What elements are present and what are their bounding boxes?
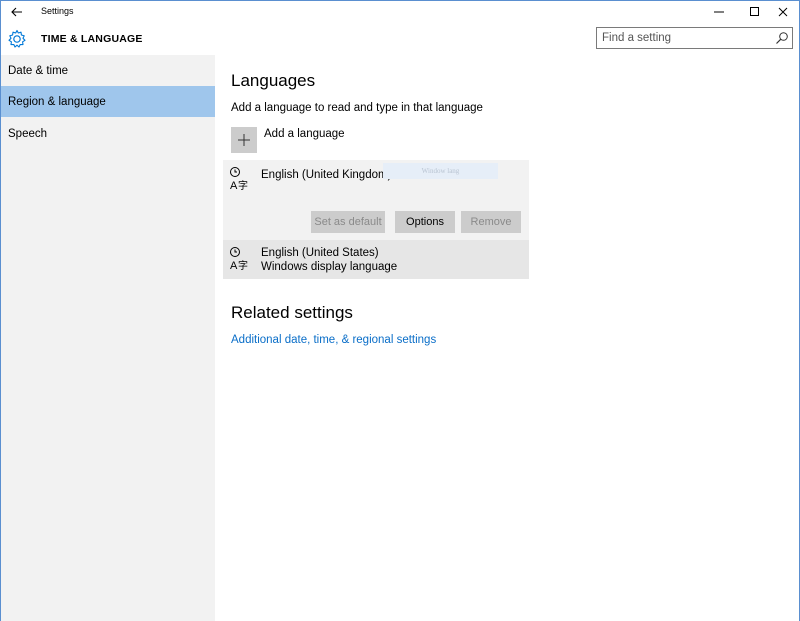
- languages-heading: Languages: [231, 71, 316, 90]
- language-name: English (United Kingdom): [261, 169, 392, 181]
- close-button[interactable]: [765, 1, 800, 23]
- plus-icon: [238, 134, 250, 146]
- remove-button[interactable]: Remove: [461, 211, 521, 233]
- search-box[interactable]: [596, 27, 793, 49]
- sidebar-item-region-language[interactable]: Region & language: [1, 86, 215, 117]
- page-title: TIME & LANGUAGE: [41, 33, 143, 45]
- svg-text:字: 字: [238, 179, 248, 192]
- set-as-default-button[interactable]: Set as default: [311, 211, 385, 233]
- back-arrow-icon: [11, 7, 22, 17]
- sidebar-item-date-time[interactable]: Date & time: [1, 55, 215, 86]
- svg-text:A: A: [230, 260, 238, 272]
- main-content: Languages Add a language to read and typ…: [215, 55, 799, 621]
- language-item-en-gb[interactable]: A 字 English (United Kingdom) Window lang…: [223, 160, 529, 240]
- language-time-icon: A 字: [230, 167, 248, 192]
- title-bar: Settings: [1, 1, 799, 23]
- language-time-icon: A 字: [230, 247, 248, 272]
- search-input[interactable]: [597, 28, 772, 48]
- maximize-icon: [750, 7, 759, 16]
- languages-description: Add a language to read and type in that …: [231, 102, 483, 114]
- back-button[interactable]: [1, 1, 33, 23]
- gear-icon: [8, 29, 26, 48]
- sidebar: Date & time Region & language Speech: [1, 55, 215, 621]
- add-language-button[interactable]: Add a language: [231, 127, 431, 153]
- sidebar-item-speech[interactable]: Speech: [1, 118, 215, 149]
- page-header: TIME & LANGUAGE: [1, 23, 799, 53]
- window-title: Settings: [41, 6, 74, 16]
- related-settings-heading: Related settings: [231, 303, 353, 322]
- language-name: English (United States): [261, 247, 379, 259]
- additional-settings-link[interactable]: Additional date, time, & regional settin…: [231, 334, 436, 346]
- svg-text:A: A: [230, 180, 238, 192]
- close-icon: [778, 7, 788, 17]
- sidebar-item-label: Speech: [8, 127, 48, 140]
- minimize-button[interactable]: [701, 1, 737, 23]
- add-language-label: Add a language: [264, 128, 345, 140]
- search-icon[interactable]: [775, 31, 789, 45]
- options-button[interactable]: Options: [395, 211, 455, 233]
- add-language-box[interactable]: [231, 127, 257, 153]
- minimize-icon: [714, 11, 724, 13]
- sidebar-item-label: Region & language: [8, 95, 106, 108]
- svg-text:字: 字: [238, 259, 248, 272]
- sidebar-item-label: Date & time: [8, 64, 69, 77]
- settings-window: Settings TIME & LANGUAGE Find a setting …: [0, 0, 800, 621]
- language-item-en-us[interactable]: A 字 English (United States) Windows disp…: [223, 240, 529, 279]
- language-tag-ghost: Window lang: [383, 163, 498, 179]
- language-subtitle: Windows display language: [261, 261, 398, 273]
